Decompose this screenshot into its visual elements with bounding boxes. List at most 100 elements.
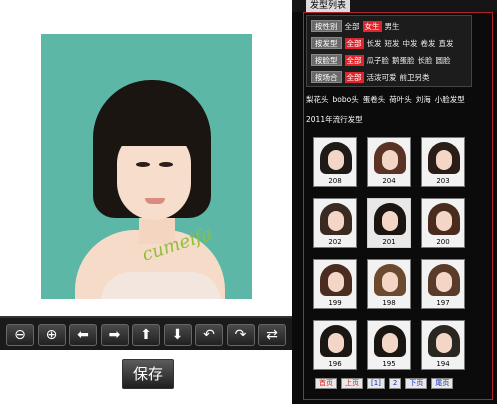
thumbnail-number: 203 xyxy=(436,177,450,185)
thumbnail-number: 202 xyxy=(328,238,342,246)
filter-key: 按场合 xyxy=(311,71,342,83)
thumbnail-number: 195 xyxy=(382,360,396,368)
filter-key: 按脸型 xyxy=(311,54,342,66)
filter-option[interactable]: 长脸 xyxy=(418,55,433,66)
arrow-right-icon: ➡ xyxy=(108,327,121,343)
rotate-left-icon: ↶ xyxy=(203,327,215,343)
filter-option[interactable]: 卷发 xyxy=(421,38,436,49)
filter-option[interactable]: 全部 xyxy=(345,21,360,32)
filter-option[interactable]: 女生 xyxy=(362,20,382,32)
thumbnail-face xyxy=(436,272,452,292)
hairstyle-thumbnail[interactable]: 201 xyxy=(367,198,411,248)
thumbnail-number: 196 xyxy=(328,360,342,368)
filter-row: 按发型 全部 长发 短发 中发 卷发 直发 xyxy=(311,36,454,50)
filter-option[interactable]: 全部 xyxy=(344,37,364,49)
hairstyle-thumbnail[interactable]: 197 xyxy=(421,259,465,309)
prev-page-button[interactable]: 上页 xyxy=(341,378,363,389)
flip-icon: ⇄ xyxy=(266,327,278,343)
zoom-out-button[interactable]: ⊖ xyxy=(6,324,34,346)
thumbnail-face xyxy=(382,272,398,292)
thumbnail-face xyxy=(436,150,452,170)
arrow-up-button[interactable]: ⬆ xyxy=(132,324,160,346)
last-page-button[interactable]: 尾页 xyxy=(431,378,454,389)
right-eye xyxy=(159,162,173,167)
preview-panel: cumeifa ⊖ ⊕ ⬅ ➡ ⬆ ⬇ ↶ ↷ ⇄ 保存 xyxy=(0,0,292,404)
thumbnail-number: 197 xyxy=(436,299,450,307)
zoom-out-icon: ⊖ xyxy=(14,327,26,343)
thumbnail-face xyxy=(436,211,452,231)
hairstyle-thumbnail[interactable]: 198 xyxy=(367,259,411,309)
hairstyle-tag[interactable]: bobo头 xyxy=(333,94,359,105)
first-page-button[interactable]: 首页 xyxy=(315,378,337,389)
filter-option[interactable]: 前卫另类 xyxy=(400,72,430,83)
page-1-button[interactable]: [1] xyxy=(367,378,385,389)
thumbnail-face xyxy=(382,150,398,170)
hair-bangs xyxy=(111,104,201,146)
hairstyle-thumbnail[interactable]: 199 xyxy=(313,259,357,309)
arrow-left-button[interactable]: ⬅ xyxy=(69,324,97,346)
filter-row: 按性别 全部 女生 男生 xyxy=(311,19,400,33)
hairstyle-tag[interactable]: 小脸发型 xyxy=(435,94,465,105)
hairstyle-thumbnail[interactable]: 203 xyxy=(421,137,465,187)
hairstyle-thumbnail[interactable]: 195 xyxy=(367,320,411,370)
filter-option[interactable]: 短发 xyxy=(385,38,400,49)
image-toolbar: ⊖ ⊕ ⬅ ➡ ⬆ ⬇ ↶ ↷ ⇄ xyxy=(0,316,292,350)
thumbnail-face xyxy=(328,211,344,231)
hairstyle-thumbnail[interactable]: 202 xyxy=(313,198,357,248)
flip-button[interactable]: ⇄ xyxy=(258,324,286,346)
hairstyle-tag[interactable]: 刘海 xyxy=(416,94,431,105)
arrow-right-button[interactable]: ➡ xyxy=(100,324,129,346)
thumbnail-number: 199 xyxy=(328,299,342,307)
filter-option[interactable]: 全部 xyxy=(344,71,364,83)
pagination: 首页 上页 [1] 2 下页 尾页 xyxy=(315,378,475,390)
zoom-in-icon: ⊕ xyxy=(45,327,58,343)
filter-option[interactable]: 直发 xyxy=(439,38,454,49)
filter-option[interactable]: 圆脸 xyxy=(436,55,451,66)
thumbnail-face xyxy=(382,211,398,231)
thumbnail-number: 201 xyxy=(382,238,396,246)
thumbnail-number: 198 xyxy=(382,299,396,307)
filter-option[interactable]: 鹅蛋脸 xyxy=(392,55,415,66)
rotate-right-icon: ↷ xyxy=(234,327,247,343)
hairstyle-thumbnail[interactable]: 204 xyxy=(367,137,411,187)
filter-option[interactable]: 瓜子脸 xyxy=(367,55,390,66)
page-2-button[interactable]: 2 xyxy=(388,378,402,389)
hairstyle-thumbnail[interactable]: 208 xyxy=(313,137,357,187)
hairstyle-panel: 发型列表 按性别 全部 女生 男生 按发型 全部 长发 短发 中发 卷发 直发 按脸型 全部 瓜子脸 鹅蛋脸… xyxy=(292,0,497,404)
filter-row: 按场合 全部 活泼可爱 前卫另类 xyxy=(311,70,430,84)
arrow-left-icon: ⬅ xyxy=(77,327,89,343)
app-window: cumeifa ⊖ ⊕ ⬅ ➡ ⬆ ⬇ ↶ ↷ ⇄ 保存 发型列表 按性别 全部 女生 男生 按发型 全部… xyxy=(0,0,497,404)
thumbnail-number: 200 xyxy=(436,238,450,246)
rotate-left-button[interactable]: ↶ xyxy=(195,324,223,346)
hairstyle-preview-photo: cumeifa xyxy=(41,34,252,299)
filter-key: 按性别 xyxy=(311,20,342,32)
hairstyle-thumbnail[interactable]: 194 xyxy=(421,320,465,370)
zoom-in-button[interactable]: ⊕ xyxy=(37,324,66,346)
thumbnail-number: 208 xyxy=(328,177,342,185)
dress xyxy=(101,272,221,299)
rotate-right-button[interactable]: ↷ xyxy=(226,324,255,346)
left-eye xyxy=(136,162,150,167)
hairstyle-thumbnail[interactable]: 200 xyxy=(421,198,465,248)
thumbnail-face xyxy=(328,150,344,170)
thumbnail-face xyxy=(328,272,344,292)
filter-option[interactable]: 中发 xyxy=(403,38,418,49)
hairstyle-tag[interactable]: 蛋卷头 xyxy=(363,94,386,105)
thumbnail-face xyxy=(382,333,398,353)
save-button[interactable]: 保存 xyxy=(122,359,174,389)
arrow-down-button[interactable]: ⬇ xyxy=(163,324,192,346)
hairstyle-thumbnail[interactable]: 196 xyxy=(313,320,357,370)
filter-option[interactable]: 男生 xyxy=(385,21,400,32)
thumbnail-number: 204 xyxy=(382,177,396,185)
filter-option[interactable]: 长发 xyxy=(367,38,382,49)
hairstyle-tag[interactable]: 梨花头 xyxy=(306,94,329,105)
hairstyle-tag[interactable]: 荷叶头 xyxy=(389,94,412,105)
tab-bar: 发型列表 xyxy=(292,0,497,12)
filter-option[interactable]: 全部 xyxy=(344,54,364,66)
next-page-button[interactable]: 下页 xyxy=(405,378,428,389)
filter-row: 按脸型 全部 瓜子脸 鹅蛋脸 长脸 圆脸 xyxy=(311,53,451,67)
tab-hairstyle-list[interactable]: 发型列表 xyxy=(306,0,350,12)
mouth xyxy=(145,198,165,204)
tag-2011-trend[interactable]: 2011年流行发型 xyxy=(306,114,363,125)
filter-option[interactable]: 活泼可爱 xyxy=(367,72,397,83)
